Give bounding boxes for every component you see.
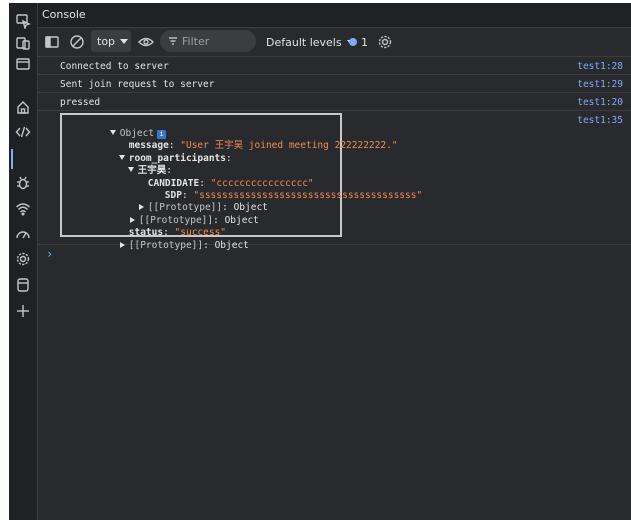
console-message: Connected to server test1:28 — [38, 57, 631, 75]
network-wifi-icon[interactable] — [13, 199, 33, 219]
issues-count: 1 — [361, 35, 368, 49]
prototype-row[interactable]: [[Prototype]]: Object — [74, 228, 249, 264]
console-active-indicator — [11, 149, 13, 169]
console-message: pressed test1:20 — [38, 93, 631, 111]
property-key: [[Prototype]] — [128, 240, 204, 251]
context-selector-value: top — [97, 34, 116, 48]
property-value: Object — [224, 215, 259, 226]
message-text: pressed — [60, 97, 101, 108]
device-toolbar-icon[interactable] — [13, 33, 33, 53]
expand-right-icon — [119, 242, 125, 248]
drawer-icon[interactable] — [13, 54, 33, 74]
filter-icon — [169, 37, 177, 45]
log-levels-dropdown[interactable]: Default levels — [266, 33, 355, 51]
console-toolbar: top Default levels 1 — [38, 28, 631, 57]
message-source-link[interactable]: test1:35 — [577, 115, 623, 126]
elements-code-icon[interactable] — [13, 122, 33, 142]
add-tool-plus-icon[interactable] — [13, 301, 33, 321]
clear-console-icon[interactable] — [69, 33, 85, 51]
object-tree: Object i message: "User 王宇昊 joined meetin… — [60, 113, 422, 251]
console-message: Sent join request to server test1:29 — [38, 75, 631, 93]
console-settings-gear-icon[interactable] — [377, 33, 393, 51]
property-value: Object — [214, 240, 249, 251]
performance-gauge-icon[interactable] — [13, 224, 33, 244]
message-source-link[interactable]: test1:20 — [577, 97, 623, 108]
panel-titlebar: Console — [38, 3, 631, 28]
console-panel: Console top Default levels 1 — [38, 3, 631, 520]
message-text: Sent join request to server — [60, 79, 215, 90]
bug-icon[interactable] — [13, 173, 33, 193]
console-messages: Connected to server test1:28 Sent join r… — [38, 57, 631, 520]
filter-input[interactable] — [182, 34, 246, 48]
inspect-element-icon[interactable] — [13, 11, 33, 31]
activity-bar — [9, 3, 38, 520]
message-source-link[interactable]: test1:29 — [577, 79, 623, 90]
context-selector[interactable]: top — [91, 30, 131, 52]
issues-counter[interactable]: 1 — [349, 33, 368, 51]
console-prompt[interactable]: › — [46, 247, 53, 261]
filter-field[interactable] — [160, 30, 256, 52]
window-frame-left — [0, 0, 9, 520]
live-expression-eye-icon[interactable] — [138, 33, 154, 51]
message-source-link[interactable]: test1:28 — [577, 61, 623, 72]
application-storage-icon[interactable] — [13, 275, 33, 295]
message-text: Connected to server — [60, 61, 169, 72]
sidebar-toggle-icon[interactable] — [45, 33, 59, 51]
chevron-down-icon — [120, 38, 129, 44]
settings-gear-icon[interactable] — [13, 249, 33, 269]
log-levels-label: Default levels — [266, 35, 342, 49]
issues-icon — [349, 38, 357, 46]
panel-title: Console — [42, 8, 86, 21]
home-icon[interactable] — [13, 97, 33, 117]
